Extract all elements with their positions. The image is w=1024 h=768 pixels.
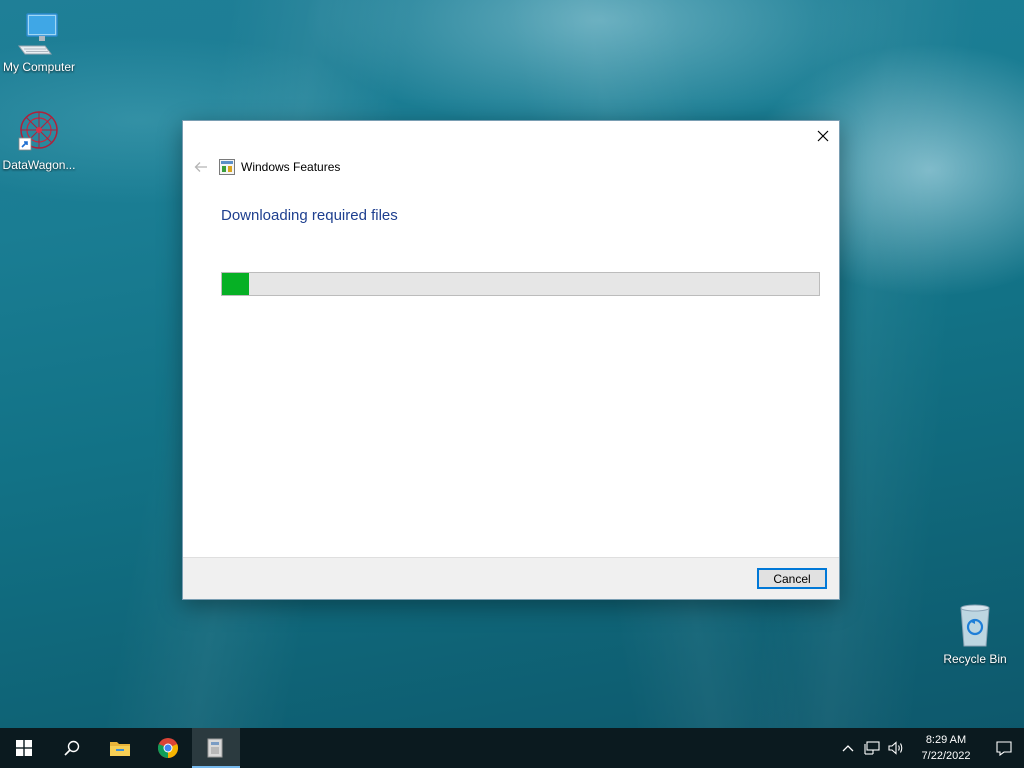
clock[interactable]: 8:29 AM 7/22/2022: [914, 732, 978, 764]
dialog-title: Windows Features: [241, 160, 341, 174]
volume-button[interactable]: [884, 728, 908, 768]
speaker-icon: [888, 741, 903, 755]
notification-icon: [996, 740, 1012, 756]
datawagon-icon: [15, 108, 63, 156]
desktop-icon-recycle-bin[interactable]: Recycle Bin: [936, 602, 1014, 666]
dialog-titlebar: Windows Features: [191, 157, 340, 177]
taskbar: 8:29 AM 7/22/2022: [0, 728, 1024, 768]
windows-features-dialog: Windows Features Downloading required fi…: [182, 120, 840, 600]
search-button[interactable]: [48, 728, 96, 768]
desktop-icon-datawagon[interactable]: DataWagon...: [0, 108, 78, 172]
windows-start-icon: [16, 740, 32, 756]
cancel-button[interactable]: Cancel: [757, 568, 827, 589]
back-arrow-icon: [194, 162, 207, 172]
clock-date: 7/22/2022: [921, 750, 971, 762]
taskbar-chrome[interactable]: [144, 728, 192, 768]
file-explorer-icon: [110, 742, 130, 756]
taskbar-windows-features[interactable]: [192, 728, 240, 768]
desktop-icon-label: DataWagon...: [2, 158, 76, 172]
desktop-icon-my-computer[interactable]: My Computer: [0, 10, 78, 74]
windows-features-icon: [219, 159, 235, 175]
chrome-icon: [157, 738, 179, 759]
chevron-up-icon: [842, 745, 854, 752]
network-button[interactable]: [860, 728, 884, 768]
download-progress-bar: [221, 272, 820, 296]
dialog-footer: Cancel: [183, 557, 839, 599]
windows-features-icon: [207, 738, 223, 758]
desktop-icon-label: My Computer: [2, 60, 76, 74]
taskbar-file-explorer[interactable]: [96, 728, 144, 768]
progress-fill: [222, 273, 249, 295]
show-hidden-icons-button[interactable]: [836, 728, 860, 768]
search-icon: [64, 740, 80, 756]
computer-icon: [15, 10, 63, 58]
close-icon: [817, 130, 829, 142]
status-heading: Downloading required files: [221, 207, 398, 224]
back-button[interactable]: [191, 157, 211, 177]
desktop-icon-label: Recycle Bin: [943, 652, 1007, 666]
network-icon: [864, 741, 880, 755]
start-button[interactable]: [0, 728, 48, 768]
clock-time: 8:29 AM: [925, 734, 967, 746]
system-tray: 8:29 AM 7/22/2022: [836, 728, 1024, 768]
recycle-bin-icon: [951, 602, 999, 650]
close-button[interactable]: [807, 121, 839, 151]
action-center-button[interactable]: [984, 728, 1024, 768]
